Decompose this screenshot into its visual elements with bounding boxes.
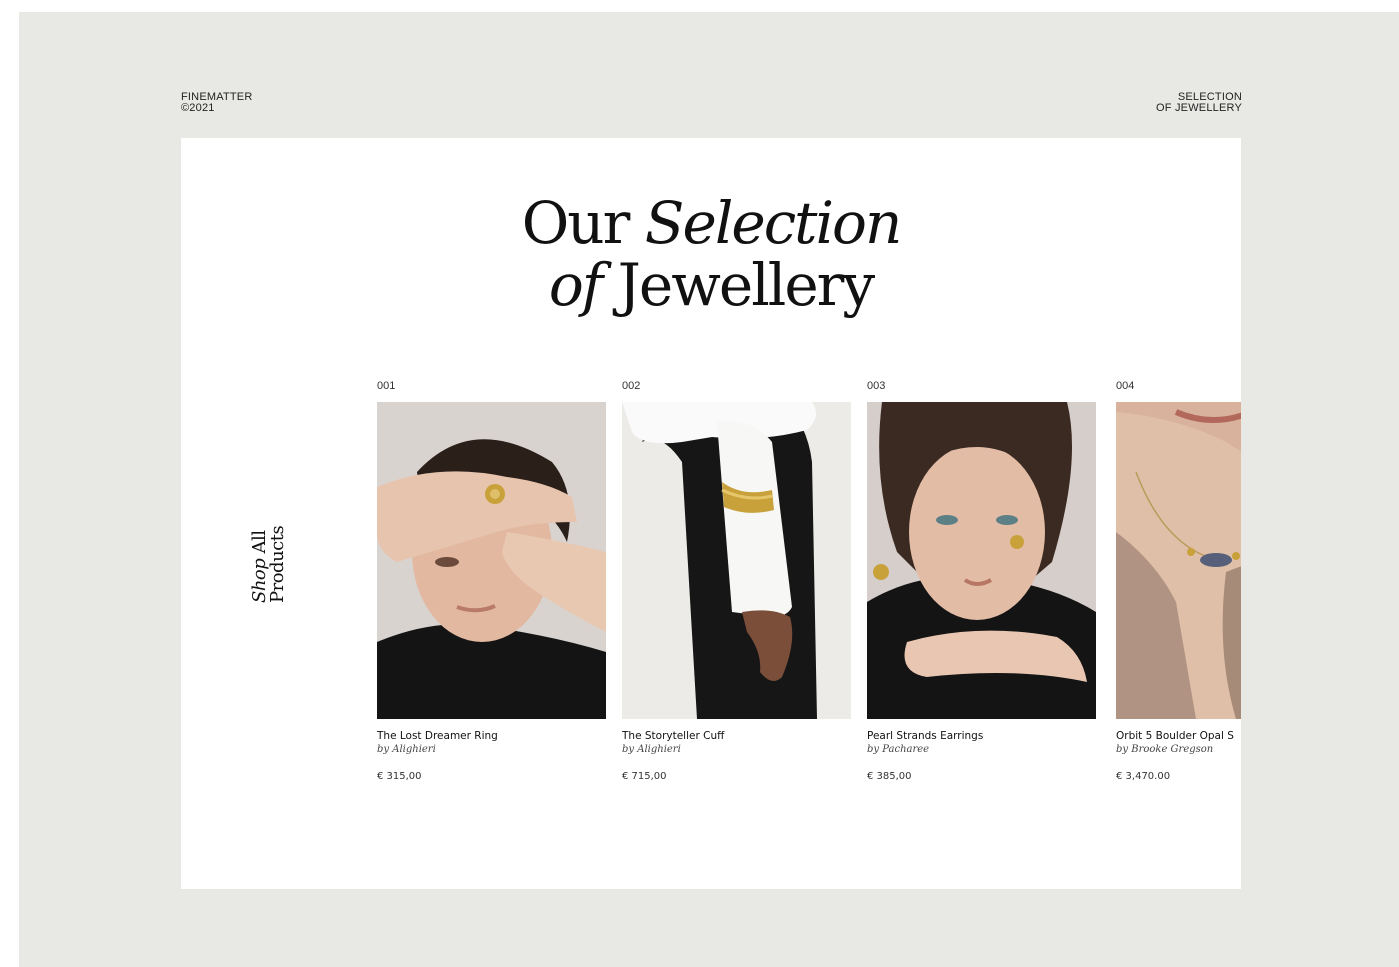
product-designer: by Alighieri [377, 744, 436, 755]
brand-year: ©2021 [181, 102, 215, 114]
page-background: FINEMATTER ©2021 SELECTION OF JEWELLERY … [19, 12, 1399, 967]
product-photo-earrings[interactable] [867, 402, 1096, 719]
product-card[interactable]: 004 Orbit 5 Boulder Opal S by Brooke Gre… [1116, 378, 1241, 783]
title-word-selection: Selection [644, 189, 903, 257]
product-price: € 3,470.00 [1116, 771, 1171, 782]
title-word-of: of [548, 251, 603, 319]
product-designer: by Pacharee [867, 744, 930, 755]
product-number: 003 [867, 380, 886, 392]
necklace-photo-illustration [1116, 402, 1241, 719]
product-number: 002 [622, 380, 641, 392]
product-card[interactable]: 001 The Lost Dreamer Ring by Alighieri € [377, 378, 606, 783]
product-photo-ring[interactable] [377, 402, 606, 719]
product-price: € 315,00 [377, 771, 422, 782]
earrings-photo-illustration [867, 402, 1096, 719]
product-photo-necklace[interactable] [1116, 402, 1241, 719]
title-word-our: Our [521, 189, 631, 257]
section-label: SELECTION OF JEWELLERY [1156, 92, 1242, 114]
product-designer: by Alighieri [622, 744, 681, 755]
brand-logo[interactable]: FINEMATTER ©2021 [181, 92, 252, 114]
shop-all-products-link[interactable]: Shop All Products [249, 525, 288, 603]
title-word-jewellery: Jewellery [617, 251, 875, 319]
page-title: Our Selection of Jewellery [181, 192, 1241, 316]
product-designer: by Brooke Gregson [1116, 744, 1214, 755]
section-label-line2: OF JEWELLERY [1156, 102, 1242, 114]
product-number: 004 [1116, 380, 1135, 392]
product-photo-cuff[interactable] [622, 402, 851, 719]
product-price: € 715,00 [622, 771, 667, 782]
content-card: Our Selection of Jewellery Shop All Prod… [181, 138, 1241, 889]
cuff-photo-illustration [622, 402, 851, 719]
product-price: € 385,00 [867, 771, 912, 782]
product-number: 001 [377, 380, 396, 392]
product-name[interactable]: The Lost Dreamer Ring [377, 730, 606, 743]
product-name[interactable]: The Storyteller Cuff [622, 730, 851, 743]
shop-all-word-products: Products [267, 525, 288, 603]
product-name[interactable]: Pearl Strands Earrings [867, 730, 1096, 743]
product-card[interactable]: 003 Pearl Strands Earrings by Pacharee €… [867, 378, 1096, 783]
product-card[interactable]: 002 The Storyteller Cuff by Alighieri € … [622, 378, 851, 783]
product-name[interactable]: Orbit 5 Boulder Opal S [1116, 730, 1241, 743]
ring-photo-illustration [377, 402, 606, 719]
